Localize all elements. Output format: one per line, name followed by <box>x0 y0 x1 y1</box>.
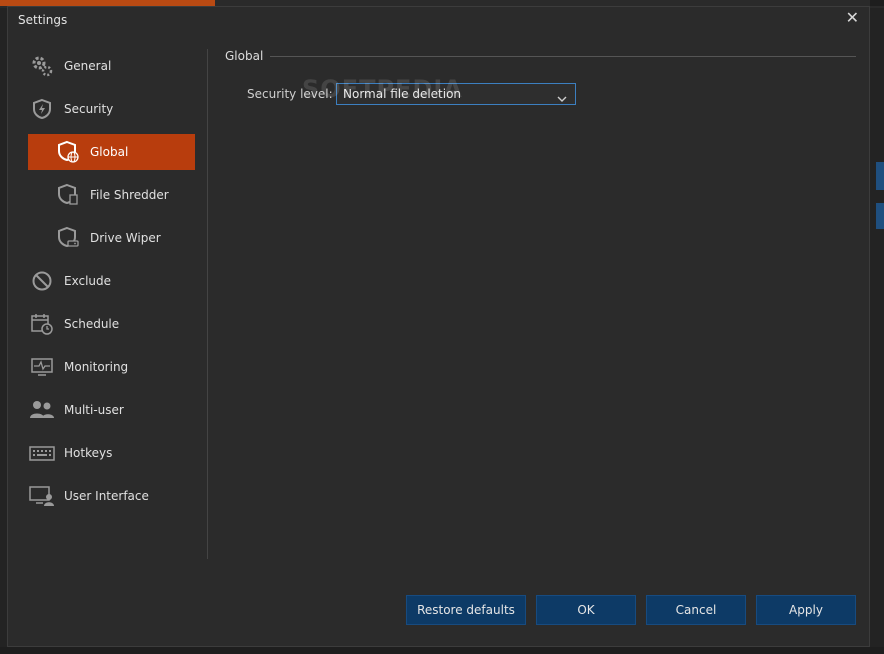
cancel-button[interactable]: Cancel <box>646 595 746 625</box>
shield-drive-icon <box>54 224 82 252</box>
sidebar-item-global[interactable]: Global <box>28 134 195 170</box>
background-bottom <box>0 647 884 654</box>
close-icon: ✕ <box>845 8 859 27</box>
sidebar-item-label: User Interface <box>64 489 149 503</box>
restore-defaults-button[interactable]: Restore defaults <box>406 595 526 625</box>
sidebar-divider <box>207 49 208 559</box>
security-level-value: Normal file deletion <box>343 87 462 101</box>
sidebar-item-monitoring[interactable]: Monitoring <box>28 349 195 385</box>
section-title: Global <box>225 49 264 63</box>
sidebar-item-label: Exclude <box>64 274 112 288</box>
sidebar-item-label: Security <box>64 102 114 116</box>
sidebar-item-label: Schedule <box>64 317 120 331</box>
sidebar-item-multi-user[interactable]: Multi-user <box>28 392 195 428</box>
sidebar-item-label: Drive Wiper <box>90 231 161 245</box>
gear-icon <box>28 52 56 80</box>
sidebar-item-label: File Shredder <box>90 188 169 202</box>
settings-sidebar: General Security Global File Shredder Dr… <box>8 45 207 565</box>
ok-button[interactable]: OK <box>536 595 636 625</box>
sidebar-item-security[interactable]: Security <box>28 91 195 127</box>
close-button[interactable]: ✕ <box>846 8 859 27</box>
sidebar-item-drive-wiper[interactable]: Drive Wiper <box>28 220 195 256</box>
settings-dialog: Settings ✕ General Security Global File … <box>7 6 870 647</box>
sidebar-item-label: Hotkeys <box>64 446 113 460</box>
sidebar-item-user-interface[interactable]: User Interface <box>28 478 195 514</box>
dialog-title: Settings <box>18 13 68 27</box>
section-divider <box>270 56 856 57</box>
shield-globe-icon <box>54 138 82 166</box>
security-level-select[interactable]: Normal file deletion <box>336 83 576 105</box>
security-level-label: Security level: <box>247 87 333 101</box>
sidebar-item-label: Global <box>90 145 129 159</box>
apply-button[interactable]: Apply <box>756 595 856 625</box>
prohibited-icon <box>28 267 56 295</box>
monitor-user-icon <box>28 482 56 510</box>
sidebar-item-exclude[interactable]: Exclude <box>28 263 195 299</box>
shield-file-icon <box>54 181 82 209</box>
chevron-down-icon <box>557 89 567 109</box>
sidebar-item-label: Multi-user <box>64 403 124 417</box>
keyboard-icon <box>28 439 56 467</box>
background-link <box>876 203 884 229</box>
sidebar-item-label: General <box>64 59 112 73</box>
sidebar-item-file-shredder[interactable]: File Shredder <box>28 177 195 213</box>
shield-bolt-icon <box>28 95 56 123</box>
background-link <box>876 162 884 190</box>
users-icon <box>28 396 56 424</box>
monitor-pulse-icon <box>28 353 56 381</box>
sidebar-item-schedule[interactable]: Schedule <box>28 306 195 342</box>
sidebar-item-hotkeys[interactable]: Hotkeys <box>28 435 195 471</box>
sidebar-item-general[interactable]: General <box>28 48 195 84</box>
calendar-clock-icon <box>28 310 56 338</box>
sidebar-item-label: Monitoring <box>64 360 129 374</box>
background-corner <box>870 0 884 6</box>
